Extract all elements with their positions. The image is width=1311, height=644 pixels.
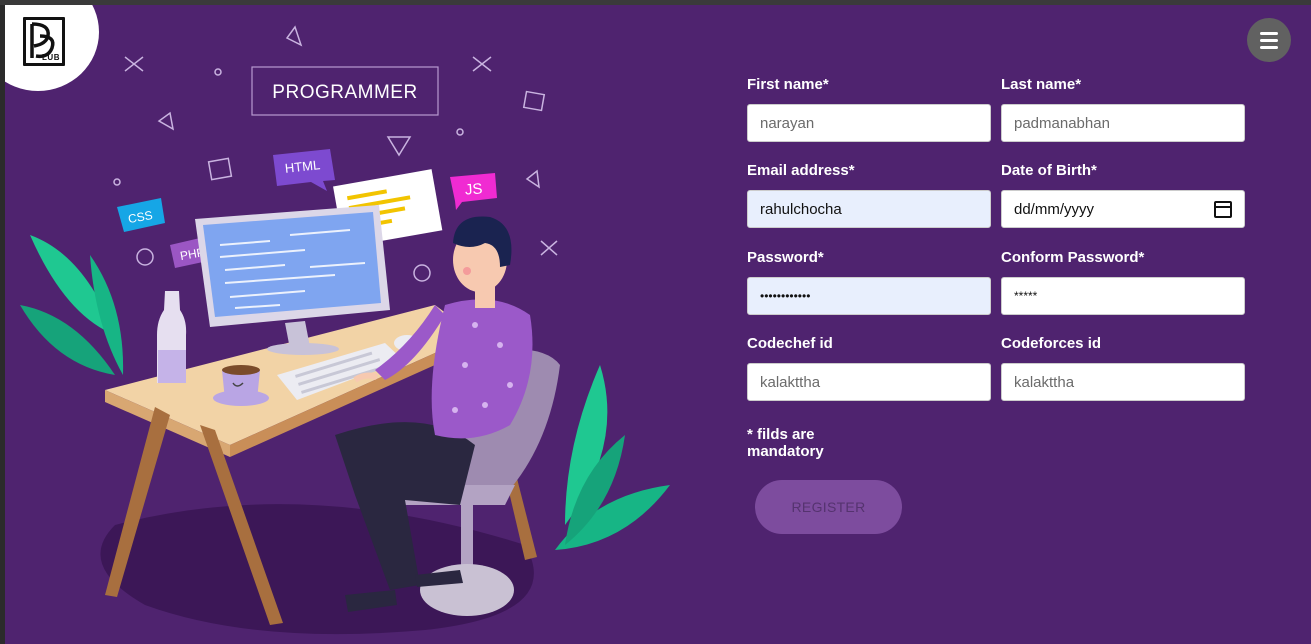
codechef-input[interactable]: kalakttha (747, 363, 991, 401)
club-logo: LUB (23, 17, 65, 66)
email-value: rahulchocha (760, 200, 842, 218)
confirm-password-value: ***** (1014, 289, 1038, 303)
codechef-value: kalakttha (760, 373, 821, 391)
first-name-value: narayan (760, 114, 815, 132)
menu-bar-icon (1260, 38, 1278, 42)
codeforces-input[interactable]: kalakttha (1001, 363, 1245, 401)
first-name-label: First name* (747, 76, 829, 93)
menu-bar-icon (1260, 45, 1278, 49)
first-name-input[interactable]: narayan (747, 104, 991, 142)
email-input[interactable]: rahulchocha (747, 190, 991, 228)
confirm-password-input[interactable]: ***** (1001, 277, 1245, 315)
dob-value: dd/mm/yyyy (1014, 200, 1095, 218)
js-tag-label: JS (464, 180, 483, 198)
last-name-field: Last name* padmanabhan (1001, 75, 1245, 142)
menu-bar-icon (1260, 31, 1278, 35)
codeforces-field: Codeforces id kalakttha (1001, 334, 1245, 401)
hamburger-menu-button[interactable] (1247, 18, 1291, 62)
password-field: Password* •••••••••••• (747, 248, 991, 315)
password-label: Password* (747, 249, 824, 266)
password-value: •••••••••••• (760, 289, 811, 303)
confirm-password-field: Conform Password* ***** (1001, 248, 1245, 315)
programmer-banner-label: PROGRAMMER (272, 82, 417, 103)
first-name-field: First name* narayan (747, 75, 991, 142)
last-name-label: Last name* (1001, 76, 1082, 93)
css-tag: CSS (117, 198, 165, 232)
programmer-illustration: PROGRAMMER HTML CSS PHP JS (20, 25, 670, 635)
email-field: Email address* rahulchocha (747, 161, 991, 228)
last-name-input[interactable]: padmanabhan (1001, 104, 1245, 142)
dob-label: Date of Birth* (1001, 162, 1097, 179)
mandatory-note: * filds are mandatory (747, 426, 824, 460)
email-label: Email address* (747, 162, 855, 179)
register-button[interactable]: REGISTER (755, 480, 902, 534)
js-tag: JS (450, 173, 497, 210)
codechef-label: Codechef id (747, 335, 833, 352)
dob-input[interactable]: dd/mm/yyyy (1001, 190, 1245, 228)
calendar-icon[interactable] (1214, 200, 1232, 218)
html-tag: HTML (273, 149, 335, 191)
last-name-value: padmanabhan (1014, 114, 1110, 132)
codeforces-value: kalakttha (1014, 373, 1075, 391)
page-container: PROGRAMMER HTML CSS PHP JS LUB First nam… (5, 5, 1311, 644)
dob-field: Date of Birth* dd/mm/yyyy (1001, 161, 1245, 228)
confirm-password-label: Conform Password* (1001, 249, 1145, 266)
password-input[interactable]: •••••••••••• (747, 277, 991, 315)
codeforces-label: Codeforces id (1001, 335, 1102, 352)
logo-text: LUB (42, 53, 60, 62)
codechef-field: Codechef id kalakttha (747, 334, 991, 401)
